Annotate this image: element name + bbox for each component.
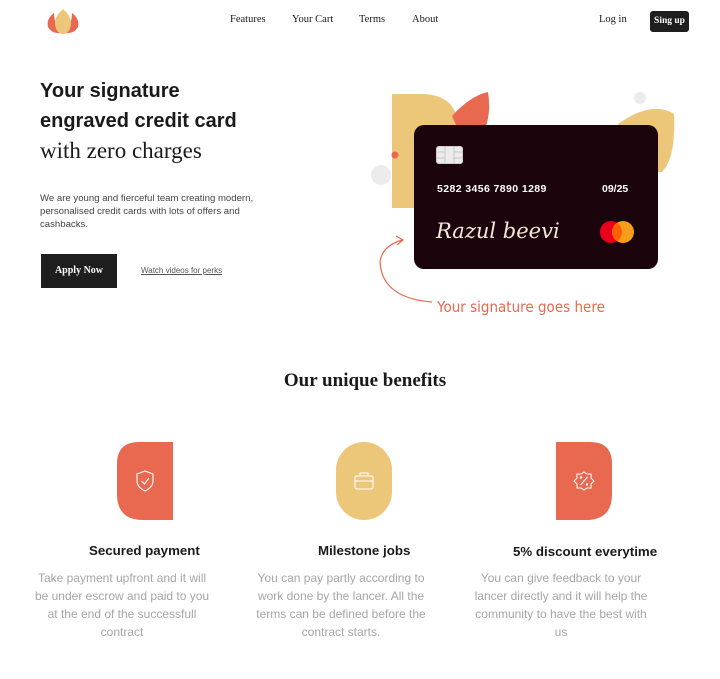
signature-caption: Your signature goes here <box>437 298 605 316</box>
benefit-title-discount: 5% discount everytime <box>513 544 658 559</box>
benefit-title-milestone-jobs: Milestone jobs <box>318 543 411 558</box>
signup-button[interactable]: Sing up <box>650 11 689 32</box>
benefits-title: Our unique benefits <box>283 370 447 391</box>
curved-arrow-icon <box>379 235 433 303</box>
logo-icon[interactable] <box>44 7 82 35</box>
nav-about[interactable]: About <box>412 14 438 25</box>
watch-videos-link[interactable]: Watch videos for perks <box>141 266 222 275</box>
benefit-title-secured-payment: Secured payment <box>89 543 200 558</box>
benefit-description-discount: You can give feedback to your lancer dir… <box>474 571 648 639</box>
card-signature: Razul beevi <box>436 219 560 243</box>
hero-title-line-3: with zero charges <box>40 138 202 163</box>
hero-title-line-1: Your signature <box>40 80 180 102</box>
briefcase-icon <box>336 442 392 520</box>
discount-badge-icon <box>556 442 612 520</box>
nav-your-cart[interactable]: Your Cart <box>292 14 333 25</box>
card-expiry: 09/25 <box>602 183 629 195</box>
shield-check-icon <box>117 442 173 520</box>
credit-card: 5282 3456 7890 1289 09/25 Razul beevi <box>414 125 658 269</box>
mastercard-icon <box>600 221 634 243</box>
benefit-description-secured-payment: Take payment upfront and it will be unde… <box>34 571 210 639</box>
benefit-description-milestone-jobs: You can pay partly according to work don… <box>256 571 426 639</box>
card-number: 5282 3456 7890 1289 <box>437 183 547 195</box>
nav-terms[interactable]: Terms <box>359 14 385 25</box>
login-link[interactable]: Log in <box>599 14 627 25</box>
nav-features[interactable]: Features <box>230 14 266 25</box>
hero-title-line-2: engraved credit card <box>40 110 237 132</box>
hero-description: We are young and fierceful team creating… <box>40 193 254 230</box>
apply-now-button[interactable]: Apply Now <box>41 254 117 288</box>
chip-icon <box>436 146 463 164</box>
